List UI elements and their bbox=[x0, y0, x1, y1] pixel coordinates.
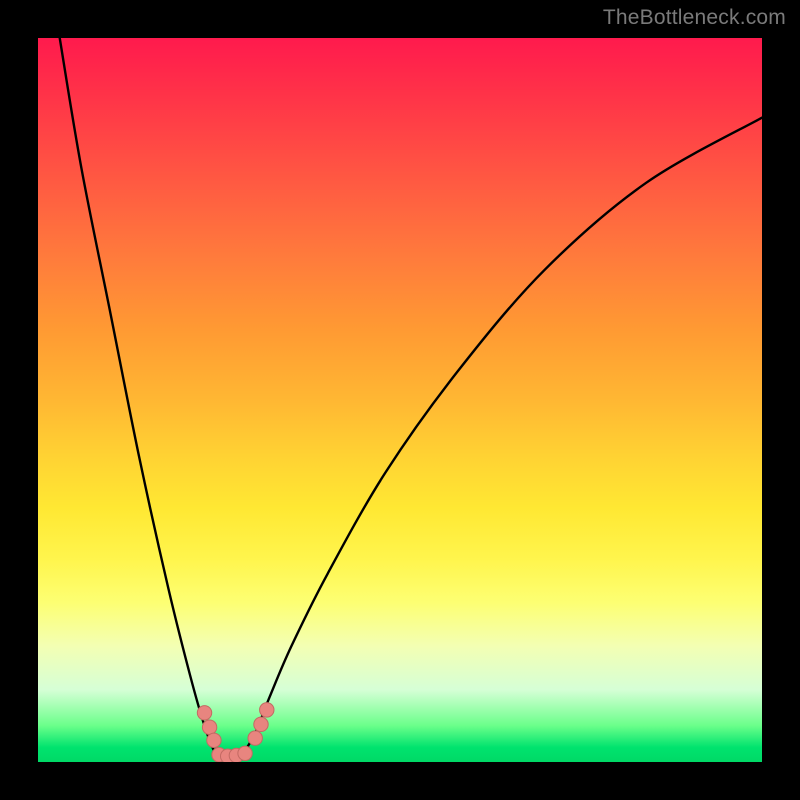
marker-point bbox=[238, 746, 252, 760]
curve-layer bbox=[38, 38, 762, 762]
marker-point bbox=[202, 720, 216, 734]
marker-group bbox=[197, 703, 274, 762]
marker-point bbox=[207, 733, 221, 747]
marker-point bbox=[248, 731, 262, 745]
bottleneck-curve bbox=[60, 38, 762, 758]
chart-frame: TheBottleneck.com bbox=[0, 0, 800, 800]
marker-point bbox=[254, 717, 268, 731]
marker-point bbox=[197, 706, 211, 720]
marker-point bbox=[260, 703, 274, 717]
watermark-text: TheBottleneck.com bbox=[603, 6, 786, 30]
plot-area bbox=[38, 38, 762, 762]
